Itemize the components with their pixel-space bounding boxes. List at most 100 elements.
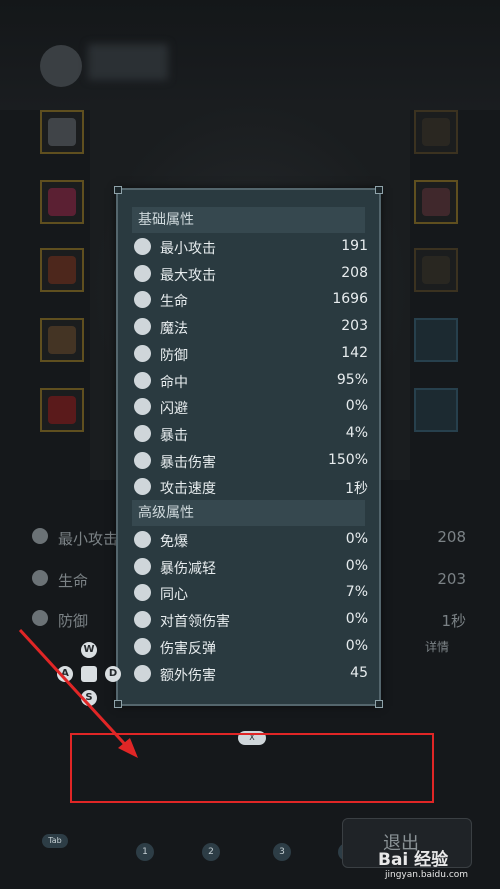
attribute-row: 免爆 0% — [132, 527, 370, 553]
attribute-row: 闪避 0% — [132, 394, 370, 420]
detail-link[interactable]: 详情 — [425, 638, 449, 655]
equipment-slot-belt[interactable] — [40, 318, 84, 362]
attribute-label: 同心 — [160, 587, 188, 604]
weapon-icon — [422, 118, 450, 146]
attribute-value: 95% — [336, 371, 368, 388]
attribute-value: 0% — [345, 611, 368, 628]
sword-icon — [32, 528, 48, 544]
attribute-row: 最小攻击 191 — [132, 234, 370, 260]
dpad-left-key[interactable]: A — [57, 666, 73, 682]
attribute-value: 150% — [327, 451, 368, 468]
equipment-slot-gloves[interactable] — [40, 388, 84, 432]
attribute-value: 7% — [345, 584, 368, 601]
attribute-row: 命中 95% — [132, 368, 370, 394]
attribute-label: 防御 — [160, 347, 188, 364]
attribute-row: 生命 1696 — [132, 287, 370, 313]
attribute-label: 命中 — [160, 374, 188, 391]
attribute-label: 额外伤害 — [160, 667, 216, 684]
attribute-row: 暴击伤害 150% — [132, 448, 370, 474]
equipment-slot-ring[interactable] — [414, 180, 458, 224]
attribute-label: 暴击伤害 — [160, 454, 216, 471]
corner-ornament — [375, 700, 383, 708]
attribute-row: 攻击速度 1秒 — [132, 474, 370, 500]
reflect-icon — [134, 637, 151, 655]
boots-icon — [48, 256, 76, 284]
attribute-value: 191 — [341, 238, 368, 254]
attribute-value: 0% — [345, 557, 368, 574]
hero-avatar — [40, 45, 82, 87]
hotbar-slot-2[interactable]: 2 — [202, 843, 220, 861]
attribute-row: 暴击 4% — [132, 421, 370, 447]
belt-icon — [48, 326, 76, 354]
attribute-row: 对首领伤害 0% — [132, 607, 370, 633]
attribute-value: 203 — [341, 318, 368, 335]
annotation-highlight-box — [70, 733, 434, 803]
attribute-value: 142 — [341, 344, 368, 361]
corner-ornament — [375, 186, 383, 194]
dpad-down-key[interactable]: S — [81, 690, 97, 706]
basic-attributes-header: 基础属性 — [132, 207, 365, 233]
attribute-label: 生命 — [160, 294, 188, 311]
bg-stat-value: 203 — [437, 570, 466, 588]
bg-stat-value: 1秒 — [441, 612, 466, 630]
shield-icon — [32, 610, 48, 626]
shield-icon — [134, 344, 151, 362]
attribute-label: 对首领伤害 — [160, 614, 230, 631]
ring-icon — [422, 188, 450, 216]
attribute-value: 1696 — [332, 291, 368, 308]
attribute-row: 伤害反弹 0% — [132, 634, 370, 660]
necklace-icon — [422, 256, 450, 284]
attribute-value: 0% — [345, 531, 368, 547]
movement-dpad[interactable]: W A D S — [57, 642, 121, 706]
hotbar-slot-1[interactable]: 1 — [136, 843, 154, 861]
armor-icon — [48, 188, 76, 216]
target-icon — [134, 371, 151, 389]
attribute-value: 45 — [350, 664, 368, 681]
equipment-slot-necklace[interactable] — [414, 248, 458, 292]
hero-name-blurred — [88, 44, 168, 80]
attribute-value: 1秒 — [345, 481, 368, 498]
bg-stat-label: 最小攻击 — [58, 530, 119, 548]
hotbar-slot-3[interactable]: 3 — [273, 843, 291, 861]
dpad-center-icon — [81, 666, 97, 682]
attribute-label: 攻击速度 — [160, 481, 216, 498]
heart-icon — [32, 570, 48, 586]
tab-key[interactable]: Tab — [42, 834, 68, 848]
crit-damage-icon — [134, 451, 151, 469]
attribute-label: 伤害反弹 — [160, 640, 216, 657]
dodge-icon — [134, 398, 151, 416]
speed-icon — [134, 478, 151, 496]
equipment-slot-helmet[interactable] — [40, 110, 84, 154]
boss-damage-icon — [134, 611, 151, 629]
attribute-row: 同心 7% — [132, 580, 370, 606]
bg-stat-label: 防御 — [58, 612, 89, 630]
dpad-right-key[interactable]: D — [105, 666, 121, 682]
attribute-label: 免爆 — [160, 534, 188, 550]
watermark-url: jingyan.baidu.com — [385, 870, 469, 880]
attribute-value: 4% — [345, 424, 368, 441]
immune-icon — [134, 531, 151, 548]
advanced-attributes-header: 高级属性 — [132, 500, 365, 526]
equipment-slot-empty-2[interactable] — [414, 388, 458, 432]
magic-icon — [134, 318, 151, 336]
attribute-row: 暴伤减轻 0% — [132, 554, 370, 580]
equipment-slot-armor[interactable] — [40, 180, 84, 224]
attribute-label: 暴击 — [160, 427, 188, 444]
attribute-label: 暴伤减轻 — [160, 560, 216, 577]
attribute-tooltip: 基础属性 最小攻击 191 最大攻击 208 生命 1696 魔法 203 防御 142 命中 95%… — [114, 186, 383, 708]
gloves-icon — [48, 396, 76, 424]
bg-stat-value: 208 — [437, 528, 466, 546]
attribute-label: 闪避 — [160, 401, 188, 418]
attribute-row: 魔法 203 — [132, 314, 370, 340]
attribute-label: 最大攻击 — [160, 267, 216, 284]
crit-reduce-icon — [134, 557, 151, 575]
helmet-icon — [48, 118, 76, 146]
bg-stat-label: 生命 — [58, 572, 89, 590]
equipment-slot-legs[interactable] — [40, 248, 84, 292]
attribute-value: 0% — [345, 637, 368, 654]
equipment-slot-weapon[interactable] — [414, 110, 458, 154]
attribute-row: 防御 142 — [132, 341, 370, 367]
equipment-slot-empty-1[interactable] — [414, 318, 458, 362]
crit-icon — [134, 424, 151, 442]
dpad-up-key[interactable]: W — [81, 642, 97, 658]
